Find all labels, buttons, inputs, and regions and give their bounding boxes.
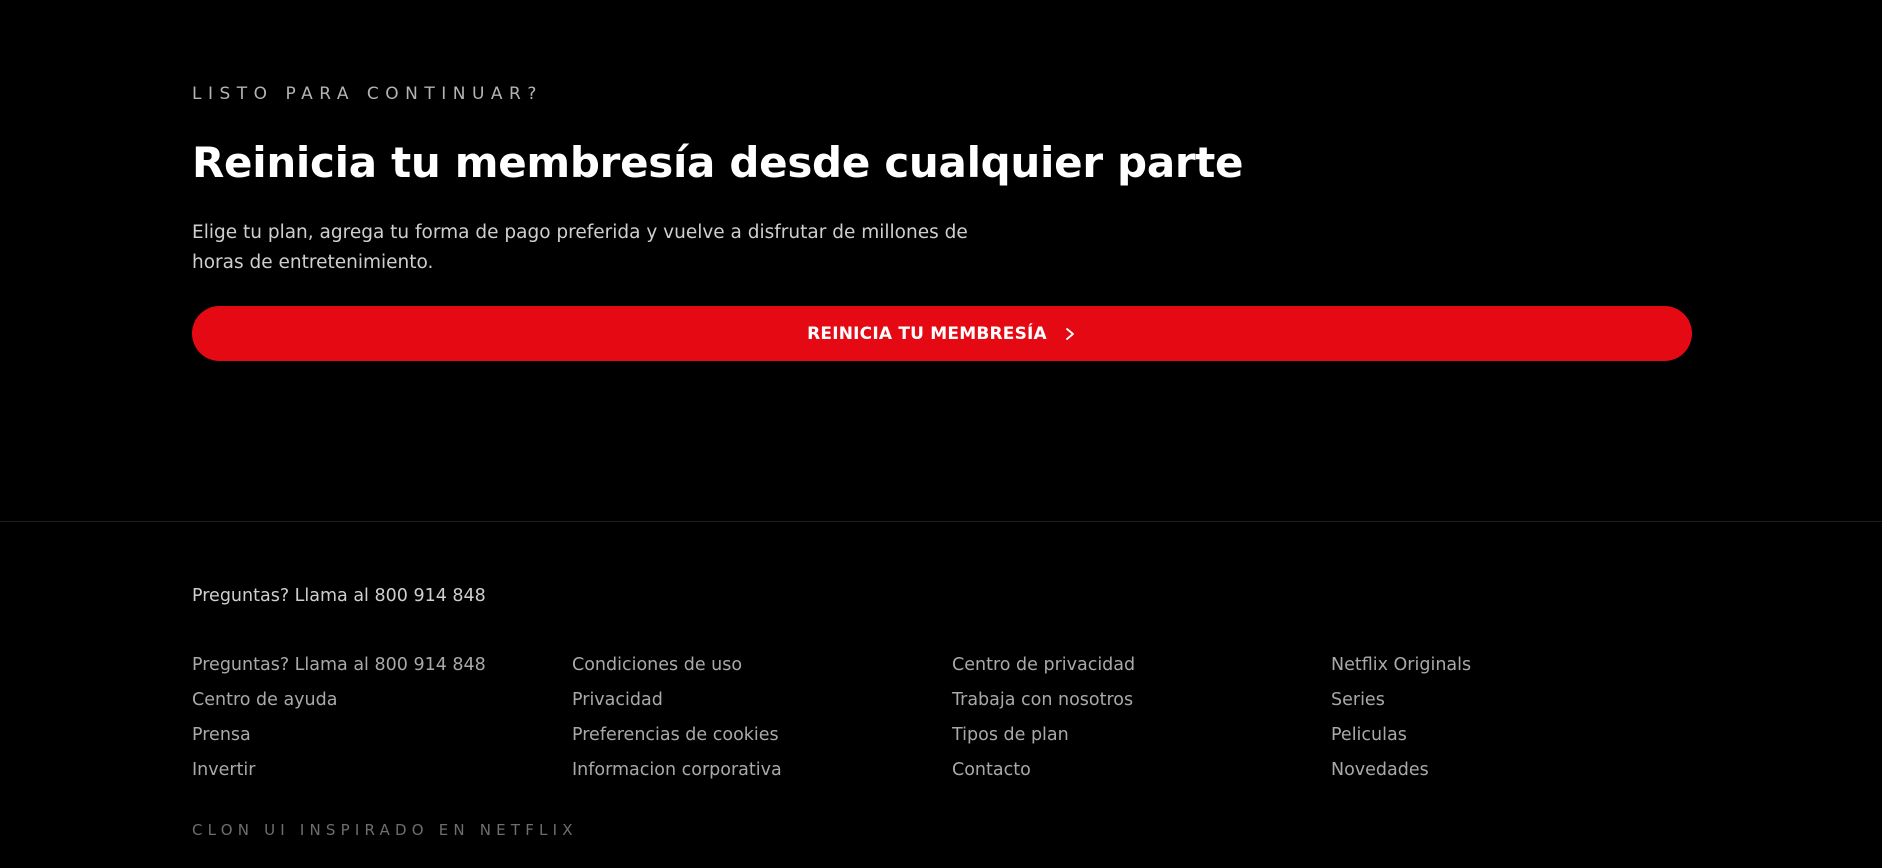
footer-link-terms-of-use[interactable]: Condiciones de uso <box>572 648 782 683</box>
footer-column-2: Condiciones de uso Privacidad Preferenci… <box>572 648 782 788</box>
footer-link-phone[interactable]: Preguntas? Llama al 800 914 848 <box>192 648 486 683</box>
eyebrow-text: LISTO PARA CONTINUAR? <box>192 84 543 104</box>
footer-column-4: Netflix Originals Series Peliculas Noved… <box>1331 648 1471 788</box>
hero-description: Elige tu plan, agrega tu forma de pago p… <box>192 222 968 273</box>
chevron-right-icon <box>1066 327 1074 340</box>
restart-membership-button[interactable]: REINICIA TU MEMBRESÍA <box>192 306 1692 361</box>
footer-link-netflix-originals[interactable]: Netflix Originals <box>1331 648 1471 683</box>
footer-link-privacy[interactable]: Privacidad <box>572 683 782 718</box>
footer-link-plan-types[interactable]: Tipos de plan <box>952 718 1135 753</box>
footer-link-new-releases[interactable]: Novedades <box>1331 753 1471 788</box>
footer-link-cookie-preferences[interactable]: Preferencias de cookies <box>572 718 782 753</box>
footer-link-privacy-center[interactable]: Centro de privacidad <box>952 648 1135 683</box>
footer-link-help-center[interactable]: Centro de ayuda <box>192 683 486 718</box>
restart-membership-section: LISTO PARA CONTINUAR? Reinicia tu membre… <box>0 0 1882 521</box>
footer-phone-link[interactable]: Preguntas? Llama al 800 914 848 <box>192 584 486 608</box>
footer-link-series[interactable]: Series <box>1331 683 1471 718</box>
footer-credit: CLON UI INSPIRADO EN NETFLIX <box>192 821 578 839</box>
footer-link-contact[interactable]: Contacto <box>952 753 1135 788</box>
page-title: Reinicia tu membresía desde cualquier pa… <box>192 138 1244 187</box>
footer-link-movies[interactable]: Peliculas <box>1331 718 1471 753</box>
footer-link-corporate-info[interactable]: Informacion corporativa <box>572 753 782 788</box>
footer-column-3: Centro de privacidad Trabaja con nosotro… <box>952 648 1135 788</box>
footer-link-press[interactable]: Prensa <box>192 718 486 753</box>
footer-column-1: Preguntas? Llama al 800 914 848 Centro d… <box>192 648 486 788</box>
footer-link-invest[interactable]: Invertir <box>192 753 486 788</box>
footer-link-jobs[interactable]: Trabaja con nosotros <box>952 683 1135 718</box>
restart-membership-button-label: REINICIA TU MEMBRESÍA <box>807 323 1047 344</box>
site-footer: Preguntas? Llama al 800 914 848 Pregunta… <box>0 522 1882 868</box>
